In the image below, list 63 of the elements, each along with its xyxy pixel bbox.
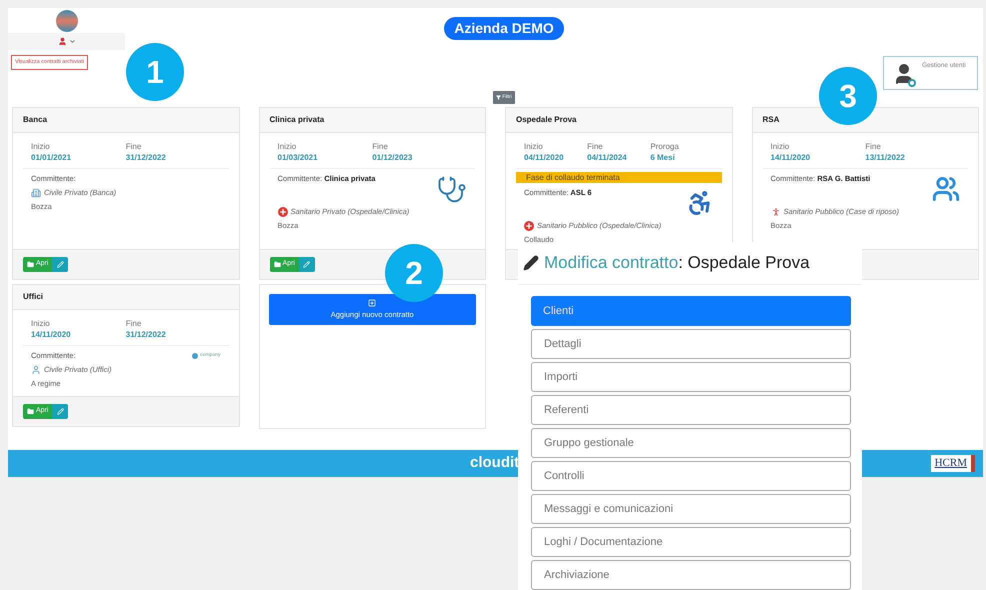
stethoscope-icon [437, 175, 467, 205]
date-label: Inizio [524, 141, 544, 152]
date-label: Inizio [770, 141, 790, 152]
pencil-icon [56, 408, 64, 415]
pencil-icon [523, 255, 539, 271]
brand-logo-text: cloudit [470, 453, 520, 474]
date-value: 14/11/2020 [770, 152, 812, 163]
section-tab[interactable]: Importi [531, 362, 851, 392]
section-tab[interactable]: Gruppo gestionale [531, 428, 851, 458]
card-title: Ospedale Prova [516, 114, 576, 126]
date-label: Inizio [31, 141, 51, 152]
company-logo-icon [192, 352, 198, 358]
section-tab[interactable]: Clienti [531, 296, 851, 326]
medical-cross-icon [278, 206, 288, 216]
plus-square-icon [368, 298, 376, 307]
company-logo-icon [56, 10, 78, 32]
edit-button[interactable] [52, 257, 68, 272]
panel-title: Modifica contratto: Ospedale Prova [544, 252, 810, 274]
date-value: 14/11/2020 [31, 329, 72, 340]
section-tab[interactable]: Messaggi e comunicazioni [531, 494, 851, 524]
date-value: 01/12/2023 [372, 152, 414, 163]
status-banner: Fase di collaudo terminata [516, 172, 722, 183]
edit-button[interactable] [298, 257, 315, 272]
folder-icon [27, 408, 34, 415]
partner-logo: HCRM [930, 455, 975, 472]
edit-button[interactable] [52, 404, 68, 419]
section-tab[interactable]: Controlli [531, 461, 851, 491]
date-label: Proroga [650, 141, 680, 152]
building-icon [31, 188, 41, 198]
medical-cross-icon [524, 220, 534, 230]
date-label: Fine [126, 141, 142, 152]
card-title: Uffici [23, 291, 43, 303]
date-label: Inizio [278, 141, 298, 152]
card-title: RSA [762, 114, 780, 126]
date-value: 6 Mesi [650, 152, 676, 163]
date-value: 31/12/2022 [126, 152, 167, 163]
date-label: Fine [587, 141, 604, 152]
section-tab[interactable]: Dettagli [531, 329, 851, 359]
section-tab[interactable]: Referenti [531, 395, 851, 425]
folder-icon [274, 261, 280, 268]
caret-icon [68, 38, 76, 45]
filter-icon [496, 95, 502, 100]
date-label: Fine [865, 141, 882, 152]
date-value: 04/11/2020 [524, 152, 565, 163]
date-label: Fine [372, 141, 389, 152]
elderly-couple-icon [932, 175, 960, 203]
section-tab[interactable]: Loghi / Documentazione [531, 527, 851, 557]
person-icon [31, 364, 41, 374]
company-name-badge: Azienda DEMO [444, 17, 564, 40]
card-title: Clinica privata [270, 114, 324, 126]
user-icon [58, 37, 66, 46]
pencil-icon [303, 261, 310, 268]
folder-icon [27, 261, 34, 268]
section-tab[interactable]: Archiviazione [531, 560, 851, 590]
date-label: Inizio [31, 318, 51, 329]
date-value: 31/12/2022 [126, 329, 167, 340]
date-value: 04/11/2024 [587, 152, 628, 163]
date-value: 13/11/2022 [865, 152, 906, 163]
date-value: 01/03/2021 [278, 152, 319, 163]
date-value: 01/01/2021 [31, 152, 72, 163]
date-label: Fine [126, 318, 142, 329]
pencil-icon [56, 261, 64, 268]
card-title: Banca [23, 114, 48, 126]
